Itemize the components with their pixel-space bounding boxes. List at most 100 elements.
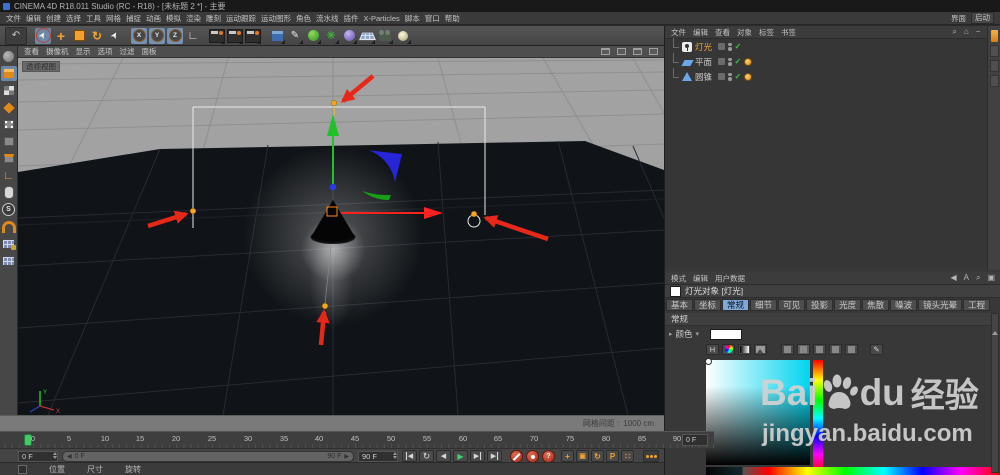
dock-pill[interactable] — [990, 45, 999, 57]
dropdown-icon[interactable]: ▾ — [696, 330, 700, 338]
menu-motion-tracker[interactable]: 运动跟踪 — [226, 13, 256, 24]
pane-split-icon[interactable] — [617, 48, 626, 55]
spline-pen-button[interactable]: ✎ — [287, 28, 303, 44]
last-tool[interactable]: ➤ — [107, 28, 123, 44]
menu-render[interactable]: 渲染 — [186, 13, 201, 24]
enabled-check-icon[interactable]: ✓ — [735, 42, 742, 51]
om-menu-file[interactable]: 文件 — [671, 27, 686, 38]
spinner-arrows[interactable] — [53, 452, 57, 459]
sv-color-square[interactable] — [706, 360, 810, 465]
menu-select[interactable]: 选择 — [66, 13, 81, 24]
range-left-arrow[interactable]: ◀ — [67, 453, 72, 460]
menu-create[interactable]: 创建 — [46, 13, 61, 24]
vp-menu-camera[interactable]: 摄像机 — [46, 46, 69, 57]
menu-file[interactable]: 文件 — [6, 13, 21, 24]
tab-general[interactable]: 常规 — [722, 299, 749, 311]
polygons-mode-button[interactable] — [1, 151, 17, 166]
frame-range-slider[interactable]: ◀ 0 F 90 F ▶ — [62, 451, 354, 462]
picker-h-button[interactable]: H — [706, 344, 719, 355]
om-menu-object[interactable]: 对象 — [737, 27, 752, 38]
picker-mode-2[interactable] — [797, 344, 810, 355]
hue-slider[interactable] — [813, 360, 823, 472]
workplane-mode-button[interactable] — [1, 100, 17, 115]
tab-coord[interactable]: 坐标 — [694, 299, 721, 311]
object-row-light[interactable]: 灯光 ✓ — [665, 39, 987, 54]
enable-snap-button[interactable]: S — [1, 202, 17, 217]
vp-menu-filter[interactable]: 过滤 — [120, 46, 135, 57]
visibility-dots[interactable] — [728, 58, 732, 66]
live-selection-tool[interactable]: ➤ — [35, 28, 51, 44]
key-parameter-button[interactable]: P — [606, 450, 619, 462]
home-icon[interactable]: ⌂ — [964, 28, 969, 36]
om-menu-view[interactable]: 查看 — [715, 27, 730, 38]
tab-caustics[interactable]: 焦散 — [862, 299, 889, 311]
back-arrow-icon[interactable]: ◀ — [950, 274, 956, 282]
menu-window[interactable]: 窗口 — [425, 13, 440, 24]
model-mode-button[interactable] — [1, 66, 17, 81]
add-camera-button[interactable] — [377, 28, 393, 44]
search-icon[interactable]: ⌕ — [976, 274, 980, 282]
om-menu-tag[interactable]: 标签 — [759, 27, 774, 38]
keying-settings-button[interactable] — [643, 450, 659, 462]
object-name[interactable]: 平面 — [695, 56, 715, 68]
ruler-frame-spinner[interactable]: 0 F — [682, 434, 708, 446]
object-row-plane[interactable]: 平面 ✓ — [665, 54, 987, 69]
menu-pipeline[interactable]: 流水线 — [316, 13, 339, 24]
points-mode-button[interactable] — [1, 117, 17, 132]
compact-spectrum-bar[interactable] — [743, 467, 999, 475]
scroll-up-icon[interactable] — [992, 314, 998, 335]
tab-lens-flare[interactable]: 镜头光晕 — [918, 299, 962, 311]
render-view-button[interactable] — [209, 28, 225, 44]
minus-icon[interactable]: − — [976, 28, 981, 36]
am-scrollbar[interactable] — [991, 313, 999, 473]
search-icon[interactable]: ⌕ — [952, 28, 956, 36]
enable-axis-button[interactable]: ∟ — [1, 168, 17, 183]
menu-animate[interactable]: 动画 — [146, 13, 161, 24]
lock-y-button[interactable]: Y — [149, 28, 165, 44]
light-handle-falloff[interactable] — [322, 303, 328, 309]
layout-selector[interactable]: 启动 — [971, 12, 994, 24]
om-menu-edit[interactable]: 编辑 — [693, 27, 708, 38]
gizmo-center-dot[interactable] — [330, 184, 336, 190]
tab-noise[interactable]: 噪波 — [890, 299, 917, 311]
texture-tag-icon[interactable] — [744, 58, 752, 66]
edges-mode-button[interactable] — [1, 134, 17, 149]
expand-icon[interactable]: ▸ — [669, 330, 673, 338]
picker-mode-4[interactable] — [829, 344, 842, 355]
picker-spectrum-button[interactable] — [738, 344, 751, 355]
next-frame-button[interactable]: ▶ — [470, 450, 485, 462]
lock-x-button[interactable]: X — [131, 28, 147, 44]
pane-all-icon[interactable] — [649, 48, 658, 55]
menu-help[interactable]: 帮助 — [445, 13, 460, 24]
picker-wheel-button[interactable] — [722, 344, 735, 355]
vp-menu-panel[interactable]: 面板 — [142, 46, 157, 57]
object-name[interactable]: 灯光 — [695, 41, 715, 53]
goto-end-button[interactable]: ▶ — [487, 450, 502, 462]
menu-plugins[interactable]: 插件 — [344, 13, 359, 24]
add-floor-button[interactable] — [359, 28, 375, 44]
vp-menu-display[interactable]: 显示 — [76, 46, 91, 57]
pane-single-icon[interactable] — [601, 48, 610, 55]
viewport-view-label[interactable]: 透视视图 — [22, 61, 60, 72]
light-handle-right[interactable] — [471, 211, 477, 217]
render-settings-button[interactable] — [245, 28, 261, 44]
coords-checkbox[interactable] — [18, 465, 27, 474]
key-rotation-button[interactable]: ↻ — [591, 450, 604, 462]
picker-mode-1[interactable] — [781, 344, 794, 355]
sv-marker[interactable] — [705, 358, 712, 365]
visibility-dots[interactable] — [728, 73, 732, 81]
menu-script[interactable]: 脚本 — [405, 13, 420, 24]
render-picture-viewer-button[interactable] — [227, 28, 243, 44]
color-value-swatch[interactable] — [710, 329, 742, 340]
make-editable-button[interactable] — [1, 49, 17, 64]
move-tool[interactable]: + — [53, 28, 69, 44]
menu-mograph[interactable]: 运动图形 — [261, 13, 291, 24]
layer-chip[interactable] — [718, 73, 725, 80]
range-right-arrow[interactable]: ▶ — [344, 453, 349, 460]
workplane-lock-button[interactable] — [1, 236, 17, 251]
om-menu-bookmark[interactable]: 书签 — [781, 27, 796, 38]
goto-start-button[interactable]: ◀ — [402, 450, 417, 462]
menu-character[interactable]: 角色 — [296, 13, 311, 24]
vp-menu-options[interactable]: 选项 — [98, 46, 113, 57]
tab-project[interactable]: 工程 — [963, 299, 990, 311]
